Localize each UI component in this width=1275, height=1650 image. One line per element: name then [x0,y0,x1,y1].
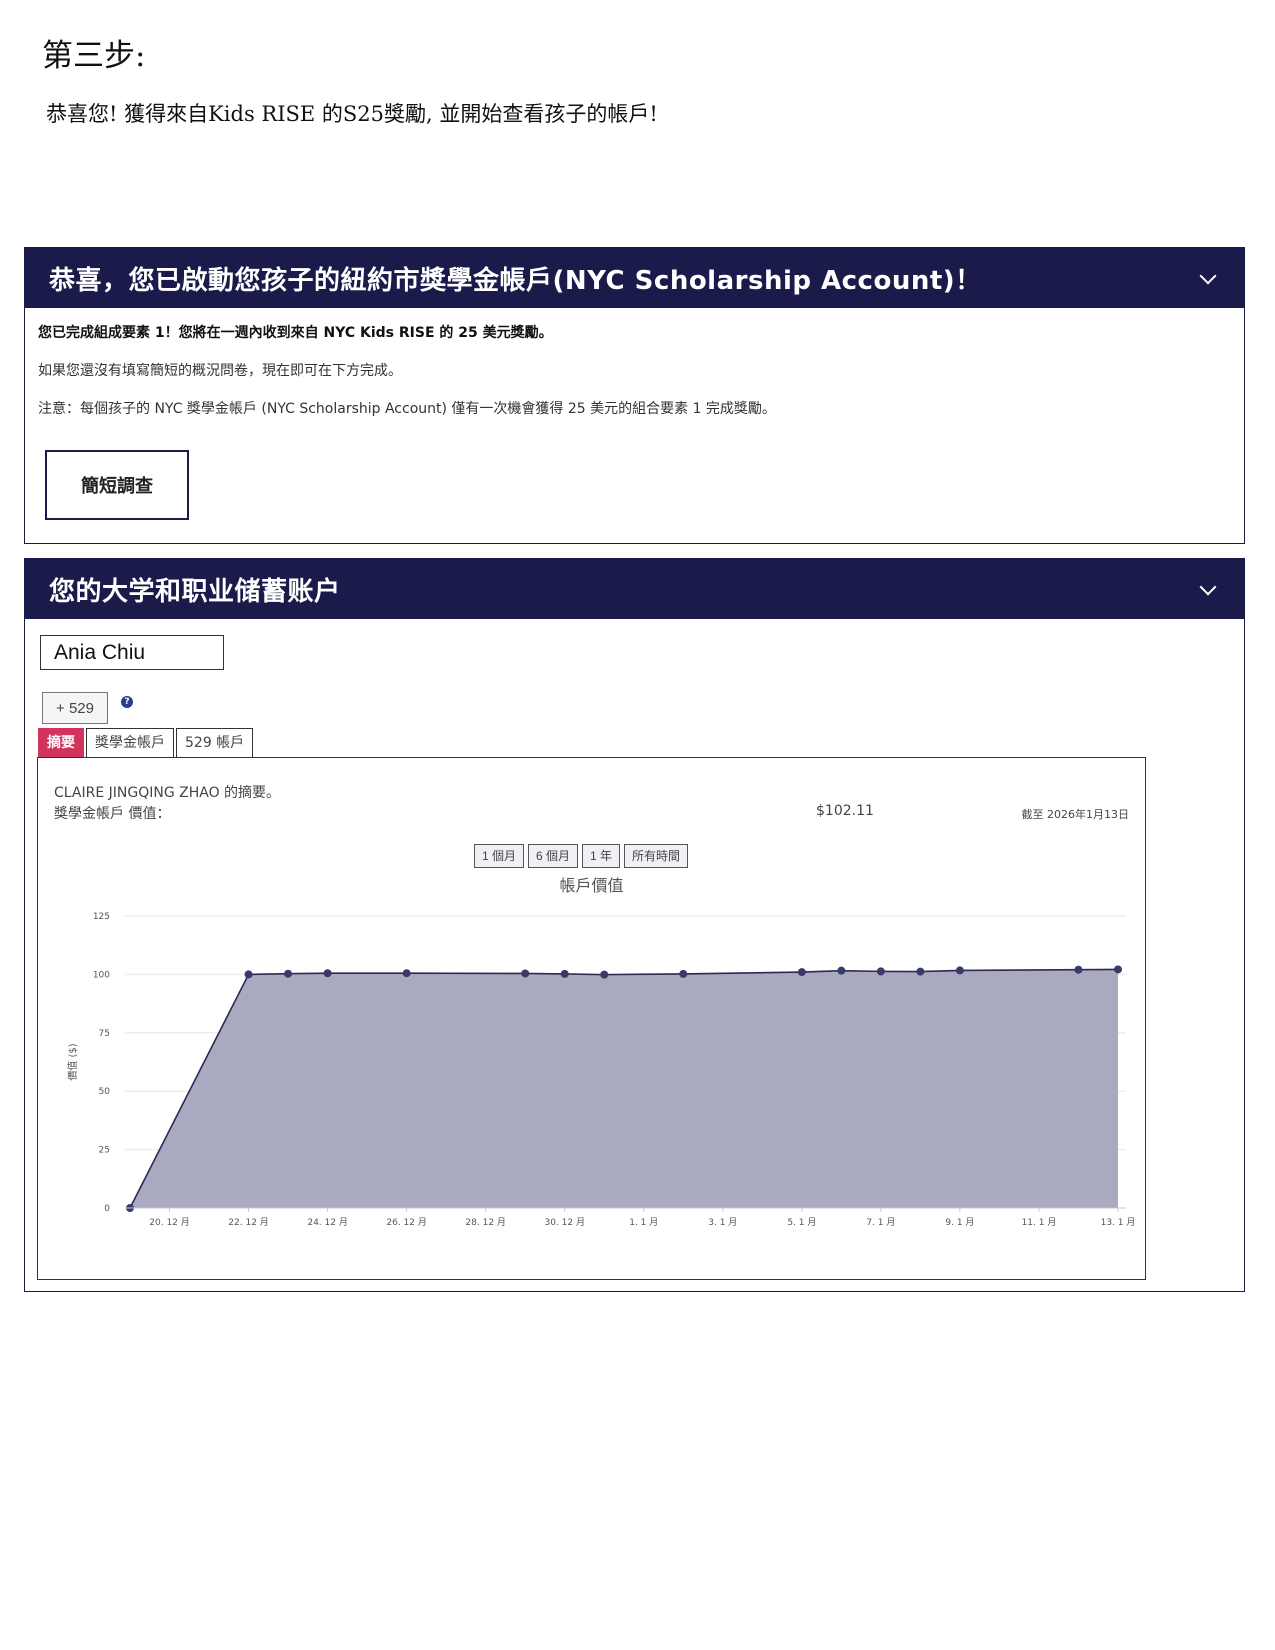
data-point [560,969,569,978]
x-tick-label: 30. 12 月 [544,1217,585,1228]
y-tick-label: 100 [93,970,110,980]
x-tick-label: 26. 12 月 [386,1217,427,1228]
data-point [1114,965,1122,974]
tab-scholarship-account[interactable]: 獎學金帳戶 [86,728,174,758]
summary-box: CLAIRE JINGQING ZHAO 的摘要。 獎學金帳戶 價值： $102… [37,757,1146,1280]
x-tick-label: 5. 1 月 [787,1217,816,1228]
data-point [600,970,609,979]
account-tabs: 摘要 獎學金帳戶 529 帳戶 [38,728,255,758]
completion-message: 您已完成組成要素 1！您將在一週內收到來自 NYC Kids RISE 的 25… [38,325,553,341]
data-point [955,966,964,975]
y-tick-label: 50 [99,1087,111,1097]
data-point [837,966,846,975]
x-tick-label: 20. 12 月 [149,1217,190,1228]
x-tick-label: 11. 1 月 [1022,1217,1057,1228]
data-point [1074,965,1083,974]
data-point [876,967,885,976]
data-point [797,968,806,977]
y-axis-label: 價值 ($) [66,1043,79,1080]
data-point [679,969,688,978]
x-tick-label: 24. 12 月 [307,1217,348,1228]
data-point [244,970,253,979]
x-tick-label: 1. 1 月 [629,1217,658,1228]
data-point [521,969,530,978]
x-tick-label: 13. 1 月 [1101,1217,1136,1228]
x-tick-label: 28. 12 月 [465,1217,506,1228]
y-tick-label: 75 [99,1029,110,1039]
y-tick-label: 25 [99,1146,110,1156]
tab-summary[interactable]: 摘要 [38,728,84,758]
activation-panel-header[interactable]: 恭喜，您已啟動您孩子的紐約市獎學金帳戶(NYC Scholarship Acco… [25,248,1244,308]
chevron-down-icon[interactable] [1199,578,1217,596]
survey-button[interactable]: 簡短調查 [45,450,189,520]
y-tick-label: 0 [104,1204,110,1214]
data-point [402,969,411,978]
savings-panel: 您的大学和职业储蓄账户 Ania Chiu + 529 ? 摘要 獎學金帳戶 5… [24,558,1245,1292]
data-point [284,969,293,978]
data-point [916,967,925,976]
x-tick-label: 7. 1 月 [866,1217,895,1228]
x-tick-label: 9. 1 月 [945,1217,974,1228]
add-529-button[interactable]: + 529 [42,692,108,724]
area-fill [130,969,1118,1208]
survey-prompt: 如果您還沒有填寫簡短的概況問卷，現在即可在下方完成。 [38,363,402,379]
reward-note: 注意：每個孩子的 NYC 獎學金帳戶 (NYC Scholarship Acco… [38,401,776,417]
student-name-select[interactable]: Ania Chiu [40,635,224,670]
y-tick-label: 125 [93,912,110,922]
activation-panel-title: 恭喜，您已啟動您孩子的紐約市獎學金帳戶(NYC Scholarship Acco… [49,265,982,296]
step-title: 第三步: [42,38,146,74]
savings-panel-title: 您的大学和职业储蓄账户 [49,576,341,607]
help-icon[interactable]: ? [121,696,133,708]
tab-529-account[interactable]: 529 帳戶 [176,728,254,758]
savings-panel-header[interactable]: 您的大学和职业储蓄账户 [25,559,1244,619]
chevron-down-icon[interactable] [1199,267,1217,285]
step-description: 恭喜您! 獲得來自Kids RISE 的S25獎勵, 並開始查看孩子的帳戶! [46,102,658,126]
x-tick-label: 3. 1 月 [708,1217,737,1228]
x-tick-label: 22. 12 月 [228,1217,269,1228]
account-value-chart: 0 25 50 75 100 125 價值 ($) 20. 12 月 22. 12 月 24. 1… [66,912,1136,1228]
activation-panel: 恭喜，您已啟動您孩子的紐約市獎學金帳戶(NYC Scholarship Acco… [24,247,1245,544]
data-point [323,969,332,978]
